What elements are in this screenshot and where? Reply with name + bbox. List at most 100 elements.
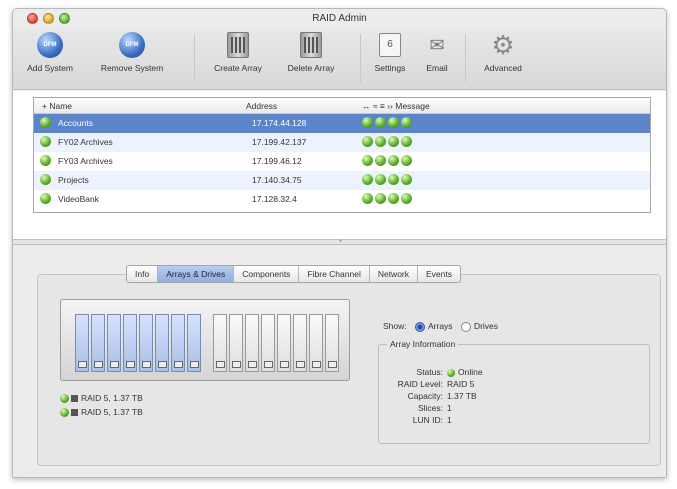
drive-bay[interactable]: [261, 314, 275, 372]
slices-label: Slices:: [417, 403, 443, 413]
advanced-button[interactable]: ⚙ Advanced: [473, 30, 533, 73]
systems-pane: + Name Address ↔ ≈ ≡ ›› Message Accounts…: [13, 91, 666, 239]
lun-id-label: LUN ID:: [412, 415, 443, 425]
create-array-label: Create Array: [214, 63, 262, 73]
column-header-address[interactable]: Address: [246, 101, 277, 111]
status-row: Status: Online: [383, 367, 483, 377]
window-title: RAID Admin: [312, 13, 367, 24]
slices-value: 1: [447, 403, 452, 413]
capacity-row: Capacity: 1.37 TB: [383, 391, 477, 401]
lun-id-value: 1: [447, 415, 452, 425]
drive-bay[interactable]: [213, 314, 227, 372]
raid-level-value: RAID 5: [447, 379, 475, 389]
drive-bay[interactable]: [277, 314, 291, 372]
drive-array-icon: [300, 32, 322, 58]
table-body: Accounts 17.174.44.128 FY02 Archives 17.…: [34, 114, 650, 209]
drive-bay[interactable]: [107, 314, 121, 372]
radio-drives-label[interactable]: Drives: [474, 321, 498, 331]
drive-bay[interactable]: [155, 314, 169, 372]
table-header: + Name Address ↔ ≈ ≡ ›› Message: [34, 98, 650, 114]
add-system-button[interactable]: DFM Add System: [21, 30, 79, 73]
status-dots: [362, 193, 414, 205]
group-title: Array Information: [387, 339, 459, 349]
status-dot-icon: [447, 368, 455, 377]
arrays-drives-panel: RAID 5, 1.37 TB RAID 5, 1.37 TB Show: Ar…: [37, 274, 661, 466]
remove-system-button[interactable]: DFM Remove System: [95, 30, 169, 73]
tab-network[interactable]: Network: [370, 266, 419, 282]
array-information-group: Array Information Status: Online RAID Lev…: [378, 339, 650, 444]
create-array-button[interactable]: Create Array: [203, 30, 273, 73]
gear-icon: ⚙: [491, 30, 515, 60]
minimize-button[interactable]: [43, 13, 54, 24]
raid-level-row: RAID Level: RAID 5: [383, 379, 475, 389]
close-button[interactable]: [27, 13, 38, 24]
drive-bay[interactable]: [309, 314, 323, 372]
drive-bay[interactable]: [91, 314, 105, 372]
delete-array-button[interactable]: Delete Array: [277, 30, 345, 73]
drive-bay[interactable]: [139, 314, 153, 372]
drive-bay[interactable]: [293, 314, 307, 372]
email-button[interactable]: ✉ Email: [417, 30, 457, 74]
array-icon: [71, 409, 78, 417]
systems-table: + Name Address ↔ ≈ ≡ ›› Message Accounts…: [33, 97, 651, 213]
settings-icon: 6: [379, 33, 401, 57]
table-row[interactable]: VideoBank 17.128.32.4: [34, 190, 650, 209]
drive-bay[interactable]: [171, 314, 185, 372]
tab-fibre-channel[interactable]: Fibre Channel: [299, 266, 370, 282]
email-label: Email: [426, 63, 448, 73]
status-dots: [362, 117, 414, 129]
array-list-item[interactable]: RAID 5, 1.37 TB: [60, 393, 143, 404]
delete-array-label: Delete Array: [287, 63, 335, 73]
row-address: 17.128.32.4: [252, 194, 297, 204]
drive-bay[interactable]: [123, 314, 137, 372]
radio-arrays[interactable]: [415, 321, 425, 332]
lun-id-row: LUN ID: 1: [383, 415, 452, 425]
globe-icon: DFM: [119, 32, 145, 58]
tab-events[interactable]: Events: [418, 266, 460, 282]
row-name: FY03 Archives: [58, 156, 113, 166]
settings-label: Settings: [374, 63, 406, 73]
capacity-label: Capacity:: [407, 391, 443, 401]
status-dot-icon: [40, 117, 51, 129]
drive-bay[interactable]: [325, 314, 339, 372]
drive-bay[interactable]: [245, 314, 259, 372]
array-icon: [71, 395, 78, 403]
status-dot-icon: [40, 174, 51, 186]
column-header-status[interactable]: ↔ ≈ ≡ ›› Message: [362, 101, 430, 111]
zoom-button[interactable]: [59, 13, 70, 24]
row-address: 17.174.44.128: [252, 118, 307, 128]
advanced-label: Advanced: [484, 63, 522, 73]
status-dot-icon: [60, 394, 69, 404]
row-address: 17.140.34.75: [252, 175, 302, 185]
drive-bay[interactable]: [187, 314, 201, 372]
drive-bay[interactable]: [229, 314, 243, 372]
radio-drives[interactable]: [460, 321, 471, 332]
settings-button[interactable]: 6 Settings: [367, 30, 413, 73]
tab-info[interactable]: Info: [127, 266, 159, 282]
toolbar-separator: [194, 34, 195, 82]
array-description: RAID 5, 1.37 TB: [81, 393, 143, 403]
add-system-label: Add System: [27, 63, 73, 73]
show-label: Show:: [383, 321, 407, 331]
email-icon: ✉: [429, 34, 445, 55]
remove-system-label: Remove System: [100, 63, 164, 73]
table-row[interactable]: FY03 Archives 17.199.46.12: [34, 152, 650, 171]
tab-arrays-drives[interactable]: Arrays & Drives: [158, 266, 235, 282]
table-row[interactable]: Projects 17.140.34.75: [34, 171, 650, 190]
array-list-item[interactable]: RAID 5, 1.37 TB: [60, 407, 143, 418]
status-dots: [362, 174, 414, 186]
column-header-name[interactable]: + Name: [42, 101, 72, 111]
tab-components[interactable]: Components: [234, 266, 300, 282]
array-description: RAID 5, 1.37 TB: [81, 407, 143, 417]
status-dot-icon: [40, 136, 51, 148]
radio-arrays-label[interactable]: Arrays: [428, 321, 453, 331]
row-address: 17.199.42.137: [252, 137, 307, 147]
table-row[interactable]: FY02 Archives 17.199.42.137: [34, 133, 650, 152]
row-name: Projects: [58, 175, 89, 185]
capacity-value: 1.37 TB: [447, 391, 477, 401]
toolbar-separator: [360, 34, 361, 82]
drive-bay[interactable]: [75, 314, 89, 372]
toolbar-separator: [465, 34, 466, 82]
table-row[interactable]: Accounts 17.174.44.128: [34, 114, 650, 133]
status-dots: [362, 155, 414, 167]
